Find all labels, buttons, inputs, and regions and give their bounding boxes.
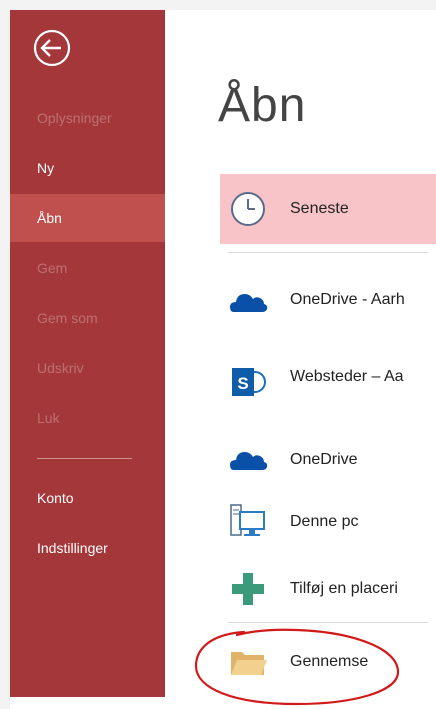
- back-button[interactable]: [32, 28, 72, 68]
- sharepoint-icon: S: [228, 362, 268, 402]
- back-arrow-icon: [33, 29, 71, 67]
- computer-icon: [228, 502, 268, 542]
- nav-divider: [37, 458, 132, 459]
- location-onedrive[interactable]: OneDrive: [220, 425, 436, 495]
- nav-gem[interactable]: Gem: [10, 244, 165, 292]
- location-seneste[interactable]: Seneste: [220, 174, 436, 244]
- location-gennemse[interactable]: Gennemse: [220, 628, 436, 698]
- plus-icon: [228, 569, 268, 609]
- location-label: Denne pc: [290, 513, 359, 530]
- backstage-sidebar: Oplysninger Ny Åbn Gem Gem som Udskriv L…: [10, 10, 165, 697]
- nav-udskriv[interactable]: Udskriv: [10, 344, 165, 392]
- location-denne-pc[interactable]: Denne pc: [220, 488, 436, 558]
- onedrive-icon: [228, 439, 268, 479]
- location-label: OneDrive - Aarh: [290, 291, 405, 308]
- folder-icon: [228, 642, 268, 682]
- nav-oplysninger[interactable]: Oplysninger: [10, 94, 165, 142]
- nav-luk[interactable]: Luk: [10, 394, 165, 442]
- nav-indstillinger[interactable]: Indstillinger: [10, 524, 165, 572]
- nav-konto[interactable]: Konto: [10, 474, 165, 522]
- location-onedrive-aarhus[interactable]: OneDrive - Aarh: [220, 264, 436, 334]
- location-label: Seneste: [290, 200, 349, 217]
- location-label: Gennemse: [290, 653, 369, 670]
- location-label: Websteder – Aa: [290, 368, 404, 385]
- nav-abn[interactable]: Åbn: [10, 194, 165, 242]
- separator: [228, 622, 428, 623]
- clock-icon: [228, 189, 268, 229]
- location-label: OneDrive: [290, 451, 358, 468]
- nav-gem-som[interactable]: Gem som: [10, 294, 165, 342]
- separator: [228, 252, 428, 253]
- location-tilfoej-placering[interactable]: Tilføj en placeri: [220, 553, 436, 623]
- location-label: Tilføj en placeri: [290, 580, 398, 597]
- nav-ny[interactable]: Ny: [10, 144, 165, 192]
- svg-text:S: S: [237, 374, 248, 393]
- onedrive-icon: [228, 281, 268, 321]
- page-title: Åbn: [218, 79, 307, 132]
- location-websteder[interactable]: S Websteder – Aa: [220, 344, 436, 414]
